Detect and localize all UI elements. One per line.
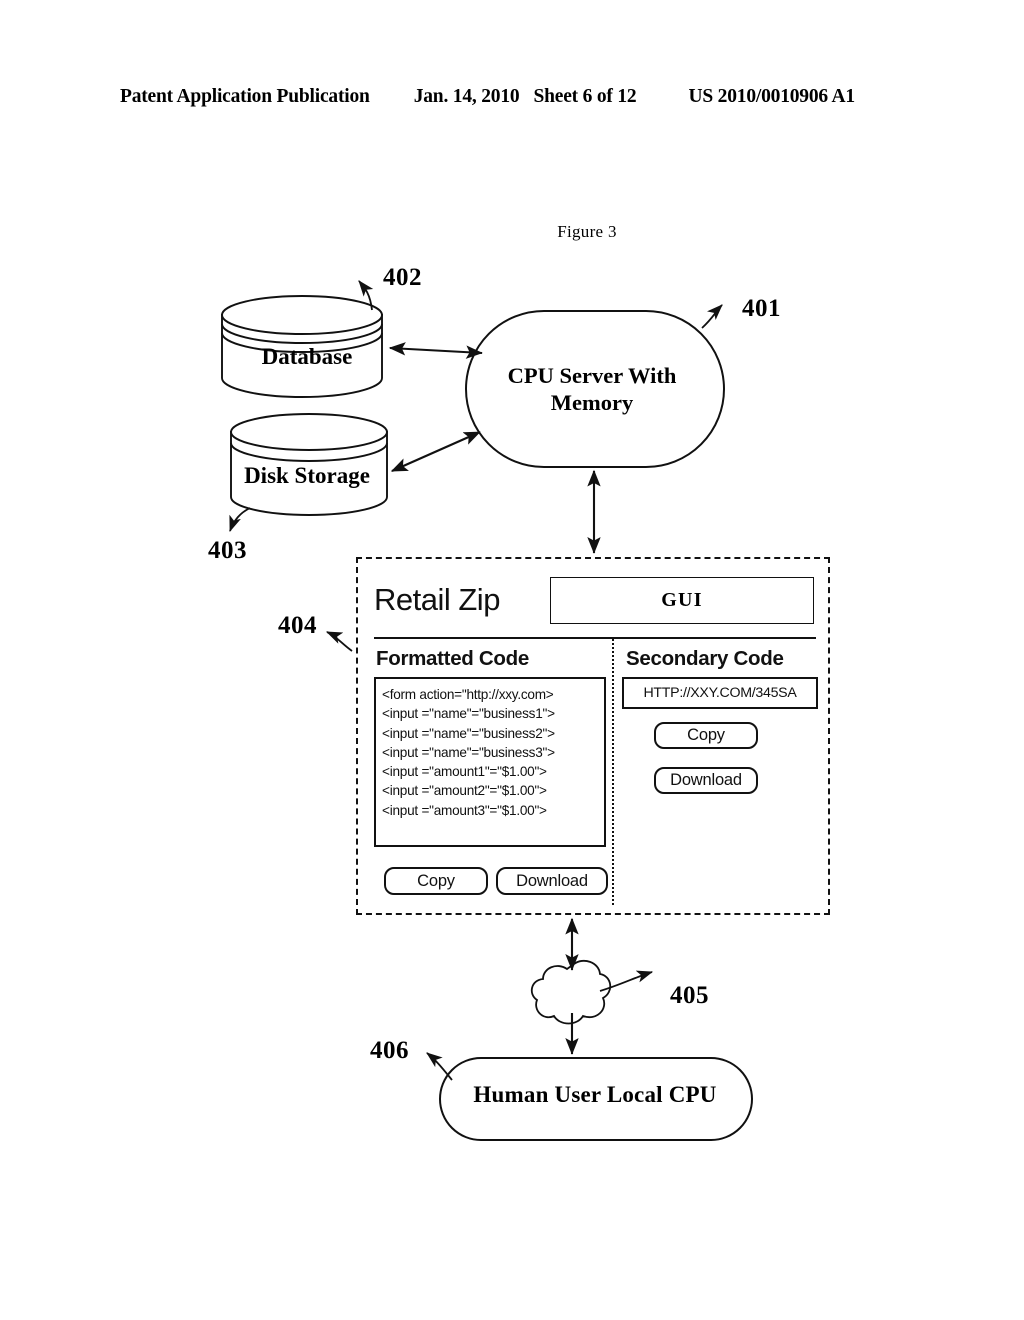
secondary-code-heading: Secondary Code [626,647,784,670]
panel-vertical-divider [612,639,614,905]
leader-401 [701,304,723,329]
human-user-cpu-node-label: Human User Local CPU [473,1082,717,1107]
arrow-diskstorage-cpuserver [390,431,481,472]
secondary-download-button[interactable]: Download [654,767,758,794]
arrow-database-cpuserver [388,342,483,359]
ref-numeral-401: 401 [742,295,781,322]
secondary-code-url-field[interactable]: HTTP://XXY.COM/345SA [622,677,818,709]
secondary-copy-button[interactable]: Copy [654,722,758,749]
ref-numeral-405: 405 [670,982,709,1009]
panel-horizontal-divider [374,637,816,639]
code-line: <form action="http://xxy.com> [382,687,554,702]
code-line: <input ="amount3"="$1.00"> [382,802,547,818]
ref-numeral-406: 406 [370,1037,409,1064]
formatted-download-button[interactable]: Download [496,867,608,895]
retail-zip-panel: Retail Zip GUI Formatted Code Secondary … [356,557,830,915]
ref-numeral-402: 402 [383,264,422,291]
code-line: <input ="amount2"="$1.00"> [382,783,547,799]
code-line: <input ="name"="business1"> [382,706,555,722]
leader-404 [326,631,353,652]
disk-storage-node-label: Disk Storage [244,463,370,488]
formatted-code-heading: Formatted Code [376,647,529,670]
formatted-copy-button[interactable]: Copy [384,867,488,895]
panel-top-bar: Retail Zip GUI [374,573,814,627]
database-node-label: Database [261,344,353,369]
ref-numeral-403: 403 [208,537,247,564]
code-line: <input ="amount1"="$1.00"> [382,764,547,780]
formatted-code-textarea[interactable]: <form action="http://xxy.com> <input ="n… [374,677,606,847]
code-line: <input ="name"="business3"> [382,744,555,760]
cpu-server-node-label: CPU Server With Memory [507,363,677,415]
code-line: <input ="name"="business2"> [382,725,555,741]
ref-numeral-404: 404 [278,612,317,639]
app-title: Retail Zip [374,582,500,617]
leader-406 [426,1052,453,1081]
leader-403 [229,507,251,533]
gui-box: GUI [550,576,814,624]
